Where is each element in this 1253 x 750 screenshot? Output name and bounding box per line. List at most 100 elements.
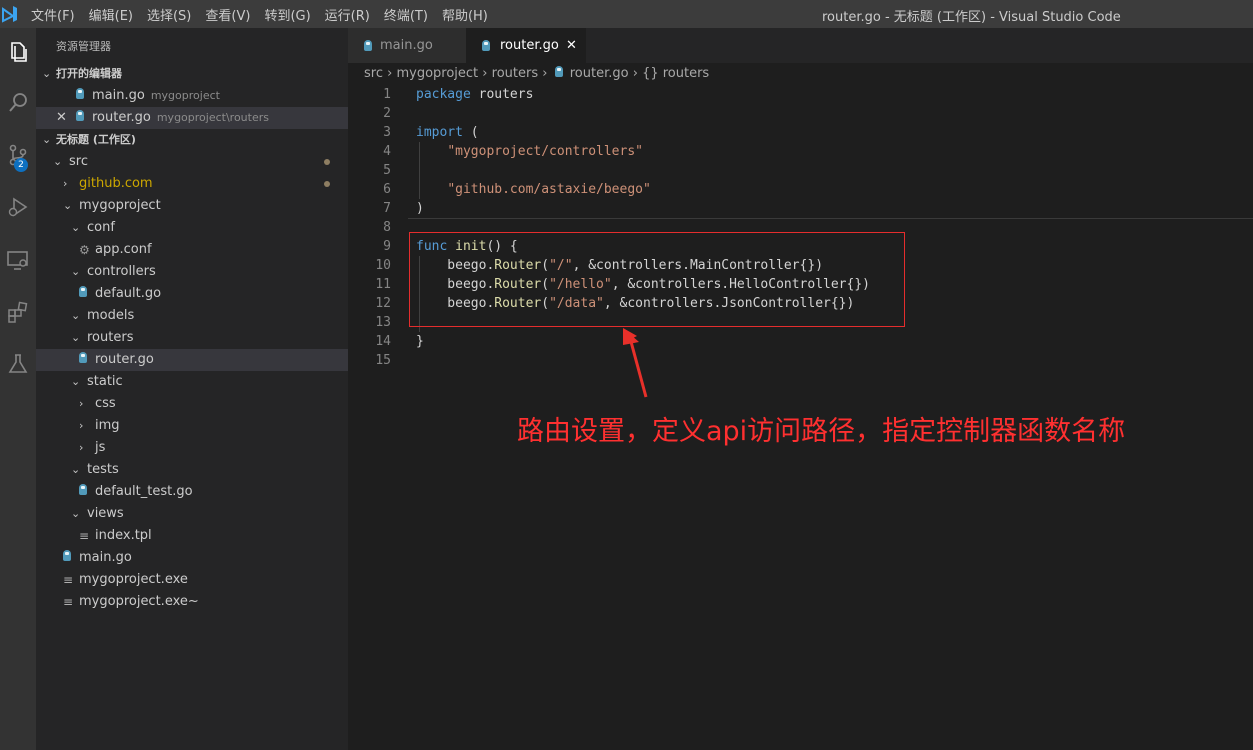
menu-bar: 文件(F) 编辑(E) 选择(S) 查看(V) 转到(G) 运行(R) 终端(T…	[31, 0, 502, 28]
breadcrumb-item[interactable]: router.go	[570, 66, 629, 81]
line-number: 15	[375, 353, 391, 368]
tree-folder[interactable]: › img	[36, 415, 348, 437]
menu-run[interactable]: 运行(R)	[325, 5, 370, 24]
open-editor-item[interactable]: ✕ router.go mygoproject\routers	[36, 107, 348, 129]
menu-selection[interactable]: 选择(S)	[147, 5, 191, 24]
annotation-arrow-icon	[623, 328, 648, 398]
tree-folder[interactable]: ⌄ static	[36, 371, 348, 393]
line-number: 10	[375, 258, 391, 273]
chevron-down-icon: ⌄	[71, 463, 81, 476]
breadcrumb: src › mygoproject › routers › router.go …	[364, 66, 709, 81]
tree-file[interactable]: ≡ mygoproject.exe	[36, 569, 348, 591]
tree-folder[interactable]: › css	[36, 393, 348, 415]
line-number: 4	[383, 144, 391, 159]
menu-file[interactable]: 文件(F)	[31, 5, 75, 24]
code-line: 4 "mygoproject/controllers"	[348, 142, 1253, 161]
close-icon[interactable]: ✕	[56, 107, 67, 129]
menu-help[interactable]: 帮助(H)	[442, 5, 488, 24]
menu-edit[interactable]: 编辑(E)	[89, 5, 133, 24]
tree-file[interactable]: default.go	[36, 283, 348, 305]
chevron-right-icon: ›	[387, 66, 393, 81]
code-line: 5	[348, 161, 1253, 180]
breadcrumb-item[interactable]: mygoproject	[396, 66, 478, 81]
menu-view[interactable]: 查看(V)	[205, 5, 250, 24]
go-file-icon	[76, 88, 84, 99]
search-icon[interactable]	[0, 85, 36, 121]
tree-item-label: default.go	[95, 286, 162, 301]
run-debug-icon[interactable]	[0, 189, 36, 225]
tree-item-label: views	[87, 506, 124, 521]
tree-folder[interactable]: ⌄ mygoproject	[36, 195, 348, 217]
chevron-down-icon: ⌄	[71, 309, 81, 322]
modified-dot-icon	[324, 181, 330, 187]
tree-folder[interactable]: ⌄ routers	[36, 327, 348, 349]
go-file-icon	[79, 349, 87, 371]
chevron-right-icon: ›	[79, 397, 84, 410]
tree-file[interactable]: ≡ mygoproject.exe~	[36, 591, 348, 613]
extensions-icon[interactable]	[0, 294, 36, 330]
workspace-header[interactable]: ⌄ 无标题 (工作区)	[36, 129, 348, 151]
tree-file[interactable]: default_test.go	[36, 481, 348, 503]
menu-go[interactable]: 转到(G)	[264, 5, 310, 24]
explorer-icon[interactable]	[0, 34, 36, 70]
tree-file[interactable]: router.go	[36, 349, 348, 371]
open-editors-header[interactable]: ⌄ 打开的编辑器	[36, 63, 348, 85]
breadcrumb-item[interactable]: routers	[492, 66, 538, 81]
tree-file[interactable]: ⚙ app.conf	[36, 239, 348, 261]
open-editor-item[interactable]: main.go mygoproject	[36, 85, 348, 107]
line-number: 2	[383, 106, 391, 121]
close-icon[interactable]: ✕	[566, 28, 577, 63]
chevron-down-icon: ⌄	[63, 199, 73, 212]
tree-item-label: mygoproject.exe~	[79, 594, 199, 609]
chevron-right-icon: ›	[632, 66, 638, 81]
tree-file[interactable]: main.go	[36, 547, 348, 569]
code-text: "mygoproject/controllers"	[447, 144, 643, 159]
file-lines-icon: ≡	[63, 573, 74, 587]
tab-router-go[interactable]: router.go ✕	[466, 28, 586, 63]
testing-icon[interactable]	[0, 346, 36, 382]
line-number: 11	[375, 277, 391, 292]
annotation-text: 路由设置，定义api访问路径，指定控制器函数名称	[517, 416, 1126, 447]
code-line: 2	[348, 104, 1253, 123]
tree-item-label: main.go	[79, 550, 132, 565]
line-number: 3	[383, 125, 391, 140]
tree-folder[interactable]: ⌄ src	[36, 151, 348, 173]
tree-folder[interactable]: ⌄ controllers	[36, 261, 348, 283]
modified-dot-icon	[324, 159, 330, 165]
breadcrumb-item[interactable]: {} routers	[642, 66, 709, 81]
chevron-down-icon: ⌄	[42, 133, 52, 146]
go-file-icon	[482, 40, 490, 51]
remote-explorer-icon[interactable]	[0, 242, 36, 278]
file-lines-icon: ≡	[63, 595, 74, 609]
go-file-icon	[76, 110, 84, 121]
chevron-right-icon: ›	[542, 66, 548, 81]
tree-item-label: conf	[87, 220, 115, 235]
tree-folder[interactable]: ⌄ models	[36, 305, 348, 327]
sidebar-title: 资源管理器	[56, 40, 111, 53]
title-bar: 文件(F) 编辑(E) 选择(S) 查看(V) 转到(G) 运行(R) 终端(T…	[0, 0, 1253, 28]
explorer-sidebar: 资源管理器 ⌄ 打开的编辑器 main.go mygoproject ✕ rout…	[36, 28, 348, 750]
go-file-icon	[63, 547, 71, 569]
code-text: )	[416, 201, 424, 216]
tree-item-label: img	[95, 418, 120, 433]
tree-item-label: routers	[87, 330, 134, 345]
tree-folder[interactable]: ⌄ conf	[36, 217, 348, 239]
breadcrumb-item[interactable]: src	[364, 66, 383, 81]
chevron-down-icon: ⌄	[53, 155, 63, 168]
go-file-icon	[79, 283, 87, 305]
tab-main-go[interactable]: main.go	[348, 28, 466, 63]
tree-folder[interactable]: ⌄ tests	[36, 459, 348, 481]
tree-folder[interactable]: ⌄ views	[36, 503, 348, 525]
highlight-box	[409, 232, 905, 327]
line-number: 6	[383, 182, 391, 197]
code-text: import (	[416, 125, 479, 140]
code-text: package routers	[416, 87, 534, 102]
tree-item-label: tests	[87, 462, 119, 477]
tree-folder[interactable]: › github.com	[36, 173, 348, 195]
tree-item-label: css	[95, 396, 116, 411]
menu-terminal[interactable]: 终端(T)	[384, 5, 428, 24]
tree-folder[interactable]: › js	[36, 437, 348, 459]
tree-file[interactable]: ≡ index.tpl	[36, 525, 348, 547]
tree-item-label: app.conf	[95, 242, 152, 257]
tree-item-label: router.go	[95, 352, 154, 367]
